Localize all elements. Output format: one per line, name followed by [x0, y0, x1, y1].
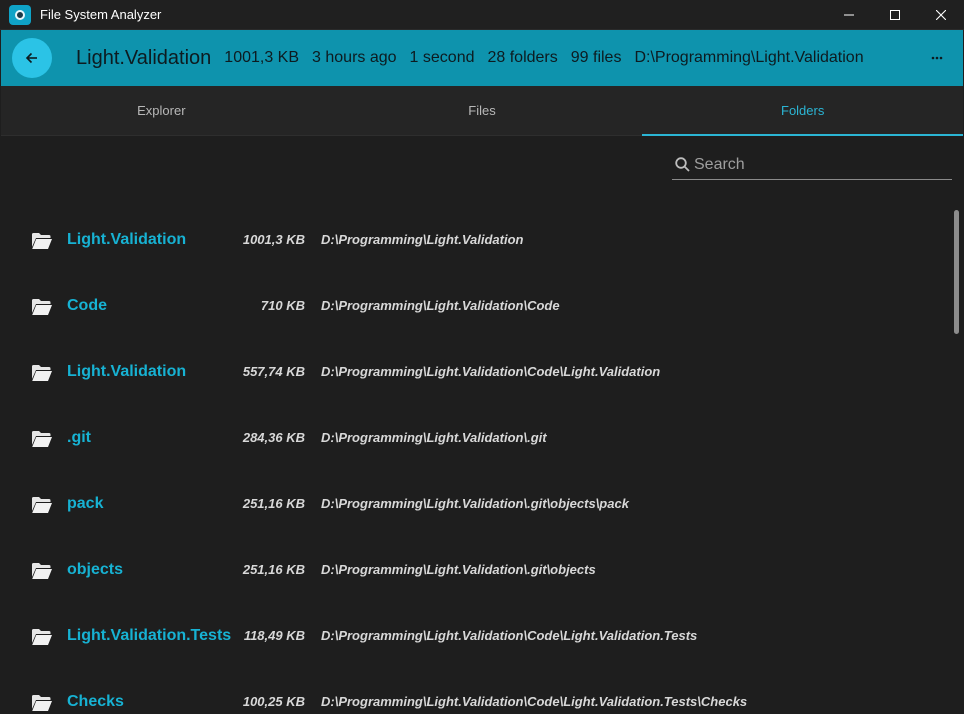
- folder-list: Light.Validation 1001,3 KB D:\Programmin…: [0, 207, 950, 714]
- folder-path: D:\Programming\Light.Validation\Code\Lig…: [321, 628, 698, 643]
- folder-size: 557,74 KB: [242, 364, 305, 379]
- folder-name: Light.Validation: [67, 363, 187, 380]
- tab-files[interactable]: Files: [322, 86, 643, 135]
- more-horizontal-icon: [931, 56, 943, 60]
- folder-name: Checks: [67, 693, 124, 710]
- arrow-left-icon: [25, 52, 37, 64]
- folder-row[interactable]: Checks 100,25 KB D:\Programming\Light.Va…: [0, 669, 950, 714]
- analysis-duration: 1 second: [409, 49, 475, 66]
- folder-path: D:\Programming\Light.Validation\.git\obj…: [321, 562, 596, 577]
- title-bar[interactable]: File System Analyzer: [0, 0, 964, 30]
- folder-open-icon: [32, 497, 52, 513]
- minimize-icon: [844, 14, 854, 16]
- app-header: Light.Validation 1001,3 KB 3 hours ago 1…: [1, 30, 963, 86]
- folder-row[interactable]: objects 251,16 KB D:\Programming\Light.V…: [0, 537, 950, 603]
- back-button[interactable]: [12, 38, 52, 78]
- folder-open-icon: [32, 629, 52, 645]
- folder-name: Code: [67, 297, 107, 314]
- folder-path: D:\Programming\Light.Validation\.git\obj…: [321, 496, 629, 511]
- folder-row[interactable]: Code 710 KB D:\Programming\Light.Validat…: [0, 273, 950, 339]
- folder-open-icon: [32, 365, 52, 381]
- folder-open-icon: [32, 431, 52, 447]
- tab-bar: Explorer Files Folders: [1, 86, 963, 136]
- folder-open-icon: [32, 233, 52, 249]
- folder-path: D:\Programming\Light.Validation\.git: [321, 430, 547, 445]
- folder-row[interactable]: pack 251,16 KB D:\Programming\Light.Vali…: [0, 471, 950, 537]
- folder-size: 118,49 KB: [243, 628, 305, 643]
- folder-open-icon: [32, 695, 52, 711]
- folder-row[interactable]: Light.Validation 1001,3 KB D:\Programmin…: [0, 207, 950, 273]
- folder-size: 284,36 KB: [242, 430, 305, 445]
- folder-path: D:\Programming\Light.Validation\Code\Lig…: [321, 364, 661, 379]
- search-box: [672, 150, 952, 180]
- search-icon: [675, 156, 690, 172]
- maximize-icon: [890, 10, 900, 20]
- folder-path: D:\Programming\Light.Validation\Code: [321, 298, 560, 313]
- folder-name: objects: [67, 561, 124, 578]
- folder-size: 1001,3 KB: [242, 232, 305, 247]
- folder-size: 100,25 KB: [242, 694, 305, 709]
- file-count: 99 files: [570, 49, 622, 66]
- folder-path: D:\Programming\Light.Validation\Code\Lig…: [321, 694, 748, 709]
- folder-count: 28 folders: [487, 49, 558, 66]
- folder-name: .git: [67, 429, 91, 446]
- tab-explorer[interactable]: Explorer: [1, 86, 322, 135]
- folder-name: pack: [67, 495, 104, 512]
- vertical-scrollbar[interactable]: [954, 210, 959, 334]
- close-button[interactable]: [918, 0, 964, 30]
- folder-open-icon: [32, 299, 52, 315]
- root-path: D:\Programming\Light.Validation: [634, 49, 864, 66]
- folder-path: D:\Programming\Light.Validation: [321, 232, 524, 247]
- folder-open-icon: [32, 563, 52, 579]
- folder-size: 710 KB: [260, 298, 305, 313]
- window-controls: [826, 0, 964, 30]
- folder-row[interactable]: Light.Validation.Tests 118,49 KB D:\Prog…: [0, 603, 950, 669]
- search-input[interactable]: [694, 155, 944, 174]
- more-options-button[interactable]: [927, 48, 947, 68]
- folder-row[interactable]: Light.Validation 557,74 KB D:\Programmin…: [0, 339, 950, 405]
- total-size: 1001,3 KB: [224, 49, 300, 66]
- folder-name: Light.Validation.Tests: [67, 627, 232, 644]
- folder-size: 251,16 KB: [242, 562, 305, 577]
- folder-name: Light.Validation: [67, 231, 187, 248]
- app-logo-icon: [9, 4, 31, 25]
- tab-folders[interactable]: Folders: [642, 86, 963, 136]
- minimize-button[interactable]: [826, 0, 872, 30]
- folder-row[interactable]: .git 284,36 KB D:\Programming\Light.Vali…: [0, 405, 950, 471]
- folder-size: 251,16 KB: [242, 496, 305, 511]
- page-title: Light.Validation: [76, 46, 212, 69]
- maximize-button[interactable]: [872, 0, 918, 30]
- close-icon: [936, 10, 946, 20]
- modified-time: 3 hours ago: [312, 49, 397, 66]
- window-title: File System Analyzer: [40, 7, 162, 22]
